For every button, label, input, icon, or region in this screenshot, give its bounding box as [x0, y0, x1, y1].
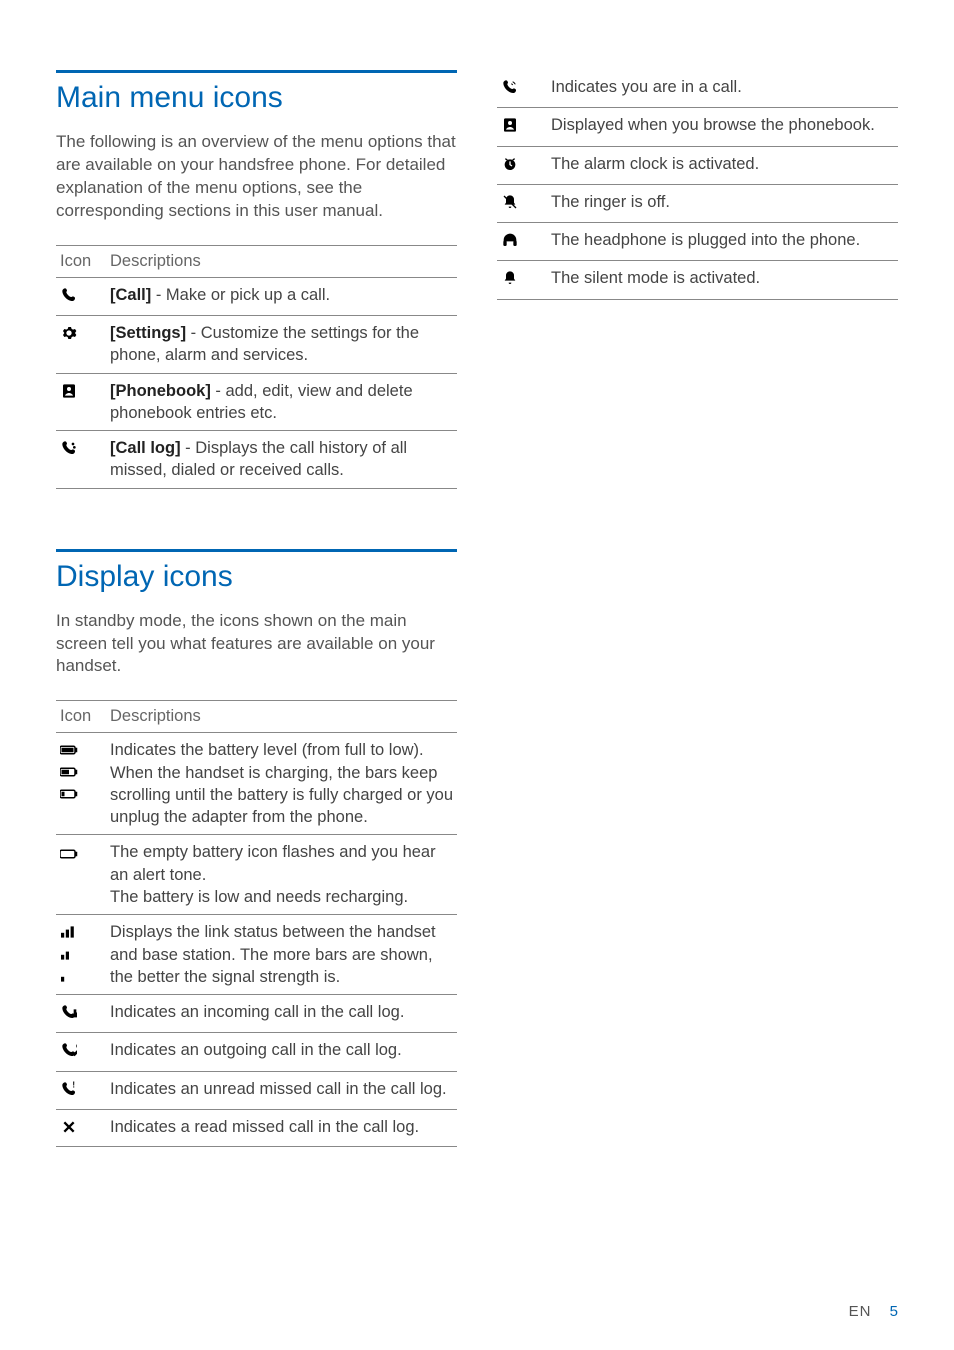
row-text: The empty battery icon flashes and you h…	[106, 835, 457, 915]
left-column: Main menu icons The following is an over…	[56, 70, 457, 1147]
signal-2-icon	[60, 945, 78, 963]
silent-mode-icon	[501, 269, 519, 287]
col-desc: Descriptions	[106, 701, 457, 733]
display-icons-table-left: Icon Descriptions Indicates the battery …	[56, 700, 457, 1147]
table-row: [Call] - Make or pick up a call.	[56, 277, 457, 315]
phonebook-browse-icon	[501, 116, 519, 134]
table-row: The silent mode is activated.	[497, 261, 898, 299]
row-text: Indicates the battery level (from full t…	[106, 733, 457, 835]
in-call-icon	[501, 78, 519, 96]
row-text: Indicates an incoming call in the call l…	[106, 995, 457, 1033]
col-icon: Icon	[56, 245, 106, 277]
call-icon	[60, 286, 78, 304]
row-text: Displays the link status between the han…	[106, 915, 457, 995]
battery-full-icon	[60, 741, 78, 759]
row-text: The ringer is off.	[547, 184, 898, 222]
table-row: The alarm clock is activated.	[497, 146, 898, 184]
table-row: The ringer is off.	[497, 184, 898, 222]
table-row: Indicates a read missed call in the call…	[56, 1109, 457, 1146]
row-text: The headphone is plugged into the phone.	[547, 223, 898, 261]
row-text: Displayed when you browse the phonebook.	[547, 108, 898, 146]
row-label: [Call]	[110, 286, 151, 304]
table-row: [Phonebook] - add, edit, view and delete…	[56, 373, 457, 431]
table-row: ! Indicates an unread missed call in the…	[56, 1071, 457, 1109]
row-label: [Phonebook]	[110, 382, 211, 400]
settings-icon	[60, 324, 78, 342]
row-text: Indicates you are in a call.	[547, 70, 898, 108]
footer-lang: EN	[849, 1303, 872, 1320]
table-row: Displayed when you browse the phonebook.	[497, 108, 898, 146]
battery-empty-icon	[60, 845, 78, 863]
row-text: - Make or pick up a call.	[151, 286, 330, 304]
phonebook-icon	[60, 382, 78, 400]
svg-text:!: !	[72, 1081, 75, 1090]
display-icons-table-right: Indicates you are in a call. Displayed w…	[497, 70, 898, 300]
outgoing-call-icon	[60, 1041, 78, 1059]
display-icons-title: Display icons	[56, 549, 457, 594]
table-row: Indicates you are in a call.	[497, 70, 898, 108]
row-text: Indicates an unread missed call in the c…	[106, 1071, 457, 1109]
row-label: [Call log]	[110, 439, 181, 457]
row-text: The alarm clock is activated.	[547, 146, 898, 184]
alarm-icon	[501, 155, 519, 173]
page-footer: EN 5	[849, 1303, 898, 1320]
row-label: [Settings]	[110, 324, 186, 342]
battery-mid-icon	[60, 763, 78, 781]
signal-3-icon	[60, 923, 78, 941]
incoming-call-icon	[60, 1003, 78, 1021]
row-text: Indicates an outgoing call in the call l…	[106, 1033, 457, 1071]
table-row: The empty battery icon flashes and you h…	[56, 835, 457, 915]
main-menu-title: Main menu icons	[56, 70, 457, 115]
col-desc: Descriptions	[106, 245, 457, 277]
table-row: [Call log] - Displays the call history o…	[56, 431, 457, 489]
row-text: The silent mode is activated.	[547, 261, 898, 299]
missed-unread-icon: !	[60, 1080, 78, 1098]
main-menu-intro: The following is an overview of the menu…	[56, 131, 457, 223]
display-icons-intro: In standby mode, the icons shown on the …	[56, 610, 457, 679]
row-text: Indicates a read missed call in the call…	[106, 1109, 457, 1146]
table-row: Indicates an outgoing call in the call l…	[56, 1033, 457, 1071]
signal-1-icon	[60, 967, 78, 985]
right-column: Indicates you are in a call. Displayed w…	[497, 70, 898, 1147]
headphone-icon	[501, 231, 519, 249]
table-row: Indicates the battery level (from full t…	[56, 733, 457, 835]
footer-page: 5	[890, 1303, 898, 1320]
col-icon: Icon	[56, 701, 106, 733]
main-menu-table: Icon Descriptions [Call] - Make or pick …	[56, 245, 457, 489]
table-row: Indicates an incoming call in the call l…	[56, 995, 457, 1033]
battery-low-icon	[60, 785, 78, 803]
missed-read-icon	[60, 1118, 78, 1136]
calllog-icon	[60, 439, 78, 457]
ringer-off-icon	[501, 193, 519, 211]
table-row: [Settings] - Customize the settings for …	[56, 316, 457, 374]
table-row: The headphone is plugged into the phone.	[497, 223, 898, 261]
table-row: Displays the link status between the han…	[56, 915, 457, 995]
